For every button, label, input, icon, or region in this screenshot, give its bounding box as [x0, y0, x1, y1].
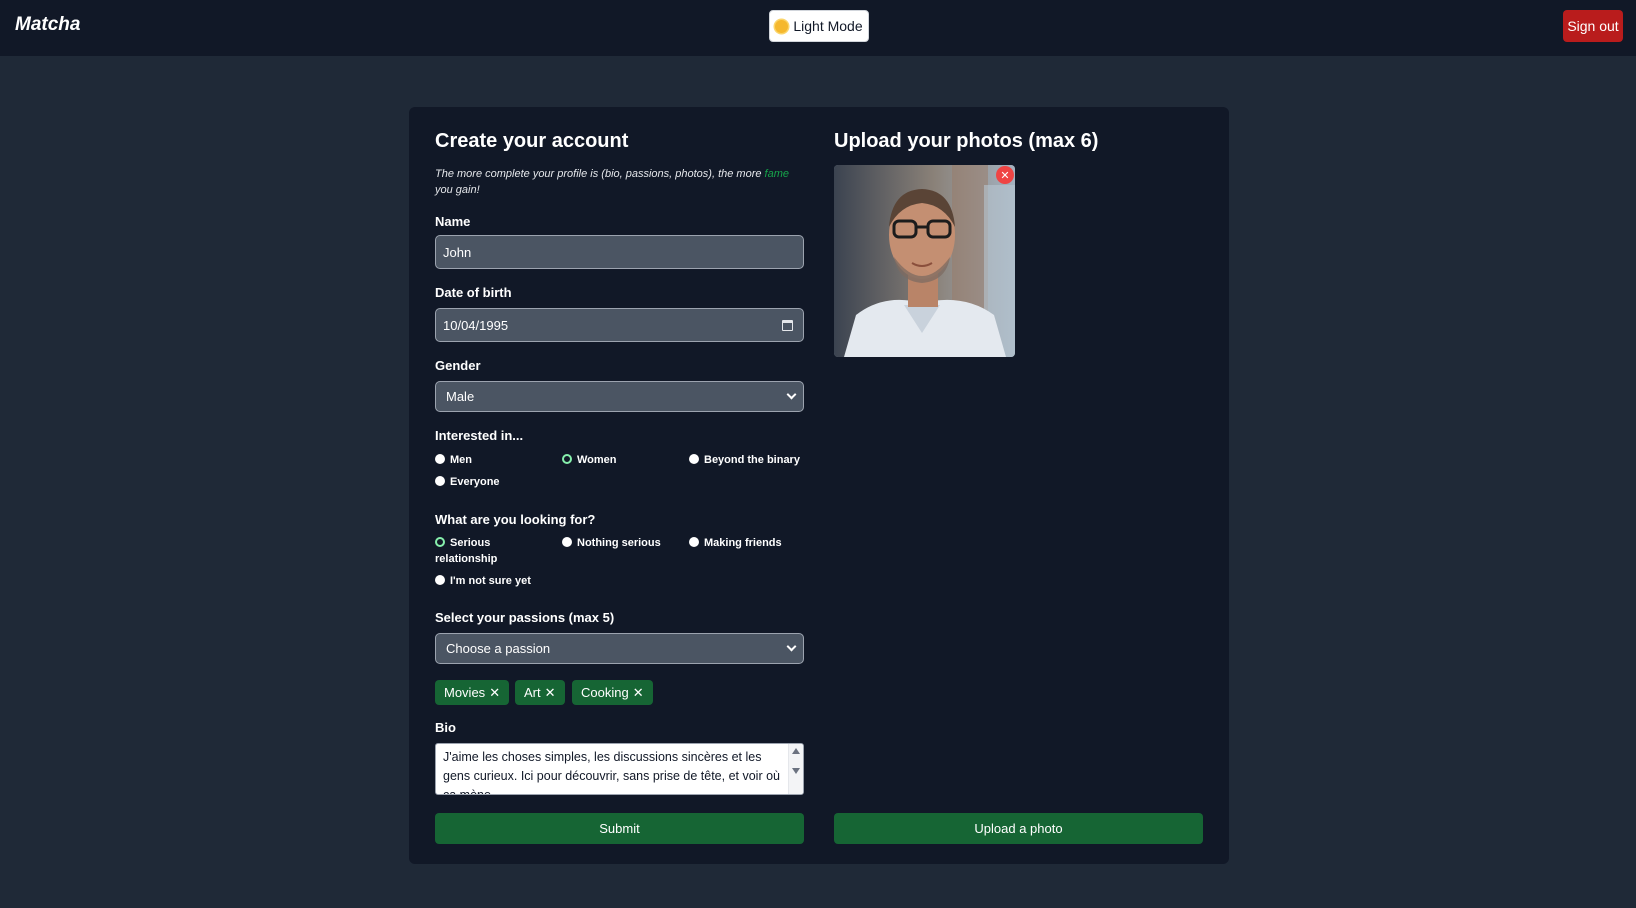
radio-interested-beyond-binary[interactable]: Beyond the binary — [689, 452, 819, 468]
passion-select[interactable]: Choose a passion — [435, 633, 804, 664]
radio-icon — [689, 454, 699, 464]
passion-tag-art[interactable]: Art ✕ — [515, 680, 565, 705]
looking-label: What are you looking for? — [435, 512, 596, 527]
chevron-down-icon — [786, 641, 797, 652]
bio-text: J'aime les choses simples, les discussio… — [443, 750, 780, 795]
fame-word: fame — [764, 168, 790, 180]
chevron-down-icon — [786, 389, 797, 400]
radio-icon — [435, 575, 445, 585]
interested-label: Interested in... — [435, 428, 524, 443]
dob-input[interactable]: 10/04/1995 — [435, 308, 804, 342]
radio-interested-women[interactable]: Women — [562, 452, 682, 468]
passion-tag-cooking[interactable]: Cooking ✕ — [572, 680, 653, 705]
portrait-image — [834, 165, 1015, 357]
bio-label: Bio — [435, 720, 456, 735]
name-label: Name — [435, 214, 471, 229]
sign-out-button[interactable]: Sign out — [1563, 10, 1623, 42]
profile-hint: The more complete your profile is (bio, … — [435, 168, 790, 196]
radio-icon — [435, 476, 445, 486]
bio-textarea[interactable]: J'aime les choses simples, les discussio… — [435, 743, 804, 795]
calendar-icon[interactable] — [782, 320, 793, 331]
radio-icon — [562, 537, 572, 547]
radio-checked-icon — [435, 537, 445, 547]
scroll-down-icon[interactable] — [792, 768, 800, 774]
photos-title: Upload your photos (max 6) — [834, 130, 1099, 152]
gender-select[interactable]: Male — [435, 381, 804, 412]
close-icon[interactable]: ✕ — [489, 685, 500, 701]
light-mode-button[interactable]: Light Mode — [769, 10, 869, 42]
radio-looking-serious[interactable]: Serious relationship — [435, 535, 525, 567]
close-icon[interactable]: ✕ — [545, 685, 556, 701]
radio-icon — [435, 454, 445, 464]
radio-looking-not-sure[interactable]: I'm not sure yet — [435, 573, 555, 589]
bio-scrollbar[interactable] — [788, 744, 803, 794]
dob-value: 10/04/1995 — [443, 317, 509, 333]
sun-icon — [775, 19, 789, 33]
radio-looking-nothing-serious[interactable]: Nothing serious — [562, 535, 682, 551]
radio-interested-everyone[interactable]: Everyone — [435, 474, 555, 490]
radio-interested-men[interactable]: Men — [435, 452, 555, 468]
app-logo[interactable]: Matcha — [15, 14, 80, 36]
upload-photo-button[interactable]: Upload a photo — [834, 813, 1203, 844]
passion-placeholder: Choose a passion — [446, 641, 551, 656]
radio-looking-friends[interactable]: Making friends — [689, 535, 809, 551]
dob-label: Date of birth — [435, 285, 512, 300]
delete-photo-button[interactable]: ✕ — [996, 166, 1014, 184]
submit-button[interactable]: Submit — [435, 813, 804, 844]
passion-tag-movies[interactable]: Movies ✕ — [435, 680, 510, 705]
name-input[interactable]: John — [435, 235, 804, 269]
gender-label: Gender — [435, 358, 481, 373]
top-bar: Matcha Light Mode Sign out — [0, 0, 1636, 56]
scroll-up-icon[interactable] — [792, 748, 800, 754]
account-card: Create your account The more complete yo… — [409, 107, 1229, 864]
form-title: Create your account — [435, 130, 629, 152]
close-icon[interactable]: ✕ — [633, 685, 644, 701]
radio-checked-icon — [562, 454, 572, 464]
gender-value: Male — [446, 389, 475, 404]
profile-photo[interactable] — [834, 165, 1015, 357]
passions-label: Select your passions (max 5) — [435, 610, 615, 625]
light-mode-label: Light Mode — [793, 18, 863, 34]
radio-icon — [689, 537, 699, 547]
